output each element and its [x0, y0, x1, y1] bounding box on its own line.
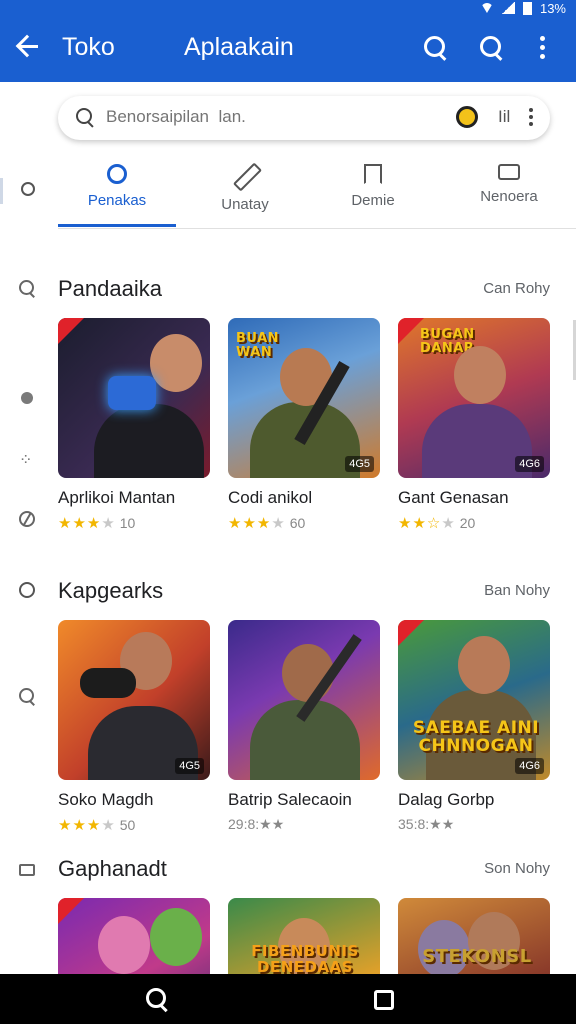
category-tabs: Penakas Unatay Demie Nenoera: [58, 158, 576, 228]
more-options-icon[interactable]: [540, 36, 546, 60]
app-card[interactable]: BUGAN DANAR 4G6 Gant Genasan ★★☆★ 20: [398, 318, 550, 532]
block-icon[interactable]: [19, 511, 35, 527]
circle-icon[interactable]: [21, 182, 35, 196]
app-rating: 35:8:★★: [398, 816, 455, 832]
account-badge-icon[interactable]: [456, 106, 478, 128]
app-card[interactable]: BUAN WAN 4G5 Codi anikol ★★★★ 60: [228, 318, 380, 532]
search-bar[interactable]: Iil: [58, 96, 550, 140]
app-thumbnail: 4G5: [58, 620, 210, 780]
tabs-divider: [58, 228, 576, 229]
bookmark-icon: [364, 164, 382, 184]
pencil-icon: [233, 164, 257, 188]
search-icon: [76, 108, 96, 128]
app-thumbnail: BUAN WAN 4G5: [228, 318, 380, 478]
apps-icon[interactable]: ⁘: [19, 450, 35, 469]
app-card[interactable]: 4G5 Soko Magdh ★★★★ 50: [58, 620, 210, 834]
search-icon-secondary[interactable]: [480, 36, 504, 60]
game-logo-text: SAEBAE AINI CHNNOGAN: [412, 718, 540, 756]
section-title: Pandaaika: [58, 276, 162, 301]
search-icon[interactable]: [424, 36, 448, 60]
game-logo-text: FIBENBUNIS DENEDAAS: [251, 942, 359, 976]
status-bar: 13%: [480, 0, 566, 16]
circle-icon[interactable]: [19, 582, 35, 598]
app-name: Codi anikol: [228, 488, 313, 507]
see-more-link[interactable]: Son Nohy: [484, 860, 550, 877]
app-title: Toko: [62, 33, 115, 61]
app-thumbnail: SAEBAE AINI CHNNOGAN 4G6: [398, 620, 550, 780]
tab-nenoera[interactable]: Nenoera: [450, 158, 568, 228]
search-icon[interactable]: [19, 280, 35, 296]
app-bar: 13% Toko Aplaakain: [0, 0, 576, 82]
game-logo-text: STEKONSL: [422, 946, 532, 967]
app-rating: ★★★★ 50: [58, 817, 136, 834]
tab-penakas[interactable]: Penakas: [58, 158, 176, 228]
wifi-icon: [480, 3, 493, 13]
app-name: Gant Genasan: [398, 488, 509, 507]
search-trailing-label[interactable]: Iil: [498, 107, 510, 127]
see-more-link[interactable]: Ban Nohy: [484, 582, 550, 599]
tab-label: Unatay: [221, 196, 269, 213]
back-arrow-icon[interactable]: [14, 32, 42, 60]
app-thumbnail: [228, 620, 380, 780]
status-battery-text: 13%: [539, 0, 566, 16]
tab-unatay[interactable]: Unatay: [186, 158, 304, 228]
size-badge: 4G5: [345, 456, 374, 472]
size-badge: 4G6: [515, 456, 544, 472]
system-nav-bar: [0, 974, 576, 1024]
signal-icon: [500, 2, 515, 14]
tab-demie[interactable]: Demie: [314, 158, 432, 228]
app-rating: ★★★★ 60: [228, 515, 306, 532]
tab-label: Penakas: [87, 192, 147, 209]
size-badge: 4G5: [175, 758, 204, 774]
active-tab-indicator: [58, 224, 176, 227]
search-icon[interactable]: [146, 988, 170, 1012]
dot-icon[interactable]: [21, 392, 33, 404]
chat-icon: [498, 164, 520, 180]
search-input[interactable]: [106, 107, 406, 127]
search-icon[interactable]: [19, 688, 35, 704]
app-card[interactable]: SAEBAE AINI CHNNOGAN 4G6 Dalag Gorbp 35:…: [398, 620, 550, 833]
app-thumbnail: BUGAN DANAR 4G6: [398, 318, 550, 478]
section-title: Kapgearks: [58, 578, 164, 603]
app-rating: ★★☆★ 20: [398, 515, 476, 532]
app-card[interactable]: Batrip Salecaoin 29:8:★★: [228, 620, 380, 833]
app-rating: ★★★★ 10: [58, 515, 136, 532]
recents-icon[interactable]: [374, 990, 394, 1010]
see-more-link[interactable]: Can Rohy: [483, 280, 550, 297]
search-more-icon[interactable]: [529, 108, 533, 128]
app-name: Aprlikoi Mantan: [58, 488, 176, 507]
store-icon: [107, 164, 127, 184]
app-name: Soko Magdh: [58, 790, 154, 809]
tab-label: Nenoera: [480, 188, 538, 205]
app-name: Batrip Salecaoin: [228, 790, 352, 809]
lock-icon[interactable]: [19, 864, 35, 876]
app-thumbnail: [58, 318, 210, 478]
size-badge: 4G6: [515, 758, 544, 774]
tab-label: Demie: [351, 192, 395, 209]
app-rating: 29:8:★★: [228, 816, 285, 832]
rail-indicator: [0, 178, 3, 204]
app-card[interactable]: Aprlikoi Mantan ★★★★ 10: [58, 318, 210, 532]
section-title: Gaphanadt: [58, 856, 167, 881]
app-center-title: Aplaakain: [184, 33, 294, 61]
app-name: Dalag Gorbp: [398, 790, 495, 809]
battery-icon: [522, 1, 532, 15]
